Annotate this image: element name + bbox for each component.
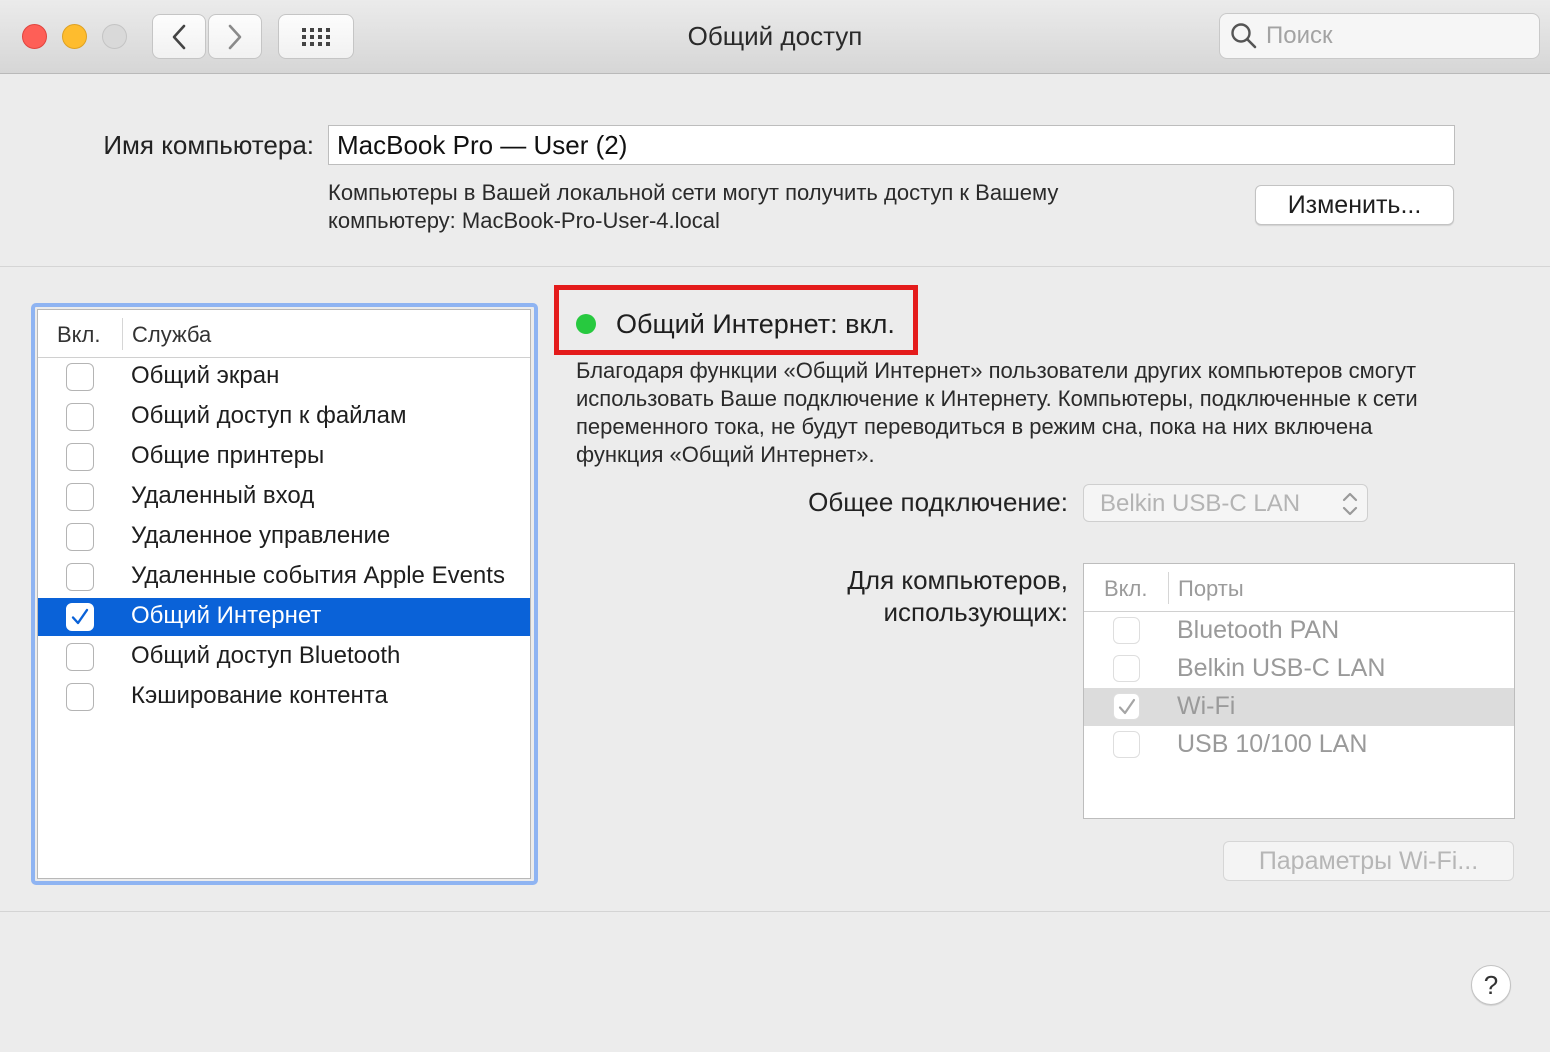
port-checkbox[interactable] bbox=[1113, 617, 1140, 644]
service-checkbox[interactable] bbox=[66, 363, 94, 391]
help-button[interactable]: ? bbox=[1471, 965, 1511, 1005]
computer-name-description-line-2: компьютеру: MacBook-Pro-User-4.local bbox=[328, 208, 720, 233]
computer-name-input[interactable] bbox=[328, 125, 1455, 165]
column-separator bbox=[1168, 572, 1169, 604]
service-description-line-4: функция «Общий Интернет». bbox=[576, 442, 875, 467]
service-checkbox[interactable] bbox=[66, 523, 94, 551]
for-computers-label-line-1: Для компьютеров, bbox=[847, 565, 1068, 595]
services-list[interactable]: Вкл. Служба Общий экран Общий доступ к ф… bbox=[37, 309, 531, 879]
change-name-button[interactable]: Изменить... bbox=[1255, 185, 1454, 225]
port-label: Wi-Fi bbox=[1177, 692, 1236, 720]
checkmark-icon bbox=[1118, 698, 1135, 714]
service-checkbox[interactable] bbox=[66, 443, 94, 471]
chevron-left-icon bbox=[172, 24, 186, 49]
checkmark-icon bbox=[71, 608, 89, 625]
port-row[interactable]: Belkin USB-C LAN bbox=[1084, 650, 1514, 688]
service-row-selected[interactable]: Общий Интернет bbox=[38, 598, 530, 636]
close-window-button[interactable] bbox=[22, 24, 47, 49]
port-label: Belkin USB-C LAN bbox=[1177, 654, 1386, 682]
service-checkbox-checked[interactable] bbox=[66, 603, 94, 631]
chevron-right-icon bbox=[228, 24, 242, 49]
wifi-options-button[interactable]: Параметры Wi-Fi... bbox=[1223, 841, 1514, 881]
column-header-on[interactable]: Вкл. bbox=[1104, 576, 1148, 602]
port-label: USB 10/100 LAN bbox=[1177, 730, 1368, 758]
service-row[interactable]: Удаленные события Apple Events bbox=[38, 558, 530, 596]
port-checkbox[interactable] bbox=[1113, 731, 1140, 758]
service-label: Удаленный вход bbox=[131, 482, 315, 509]
status-indicator-icon bbox=[576, 314, 596, 334]
for-computers-label: Для компьютеров, использующих: bbox=[847, 564, 1068, 628]
service-description-line-3: переменного тока, не будут переводиться … bbox=[576, 414, 1373, 439]
ports-list-header: Вкл. Порты bbox=[1084, 564, 1514, 612]
service-status: Общий Интернет: вкл. bbox=[616, 309, 895, 339]
service-description-line-2: использовать Ваше подключение к Интернет… bbox=[576, 386, 1418, 411]
service-row[interactable]: Удаленный вход bbox=[38, 478, 530, 516]
port-checkbox-checked[interactable] bbox=[1113, 693, 1140, 720]
service-row[interactable]: Общий доступ Bluetooth bbox=[38, 638, 530, 676]
service-row[interactable]: Общий доступ к файлам bbox=[38, 398, 530, 436]
column-separator bbox=[122, 318, 123, 350]
service-description-line-1: Благодаря функции «Общий Интернет» польз… bbox=[576, 358, 1417, 383]
computer-name-label: Имя компьютера: bbox=[103, 130, 314, 160]
up-down-arrows-icon bbox=[1342, 492, 1358, 516]
port-checkbox[interactable] bbox=[1113, 655, 1140, 682]
title-bar: Общий доступ bbox=[0, 0, 1550, 74]
minimize-window-button[interactable] bbox=[62, 24, 87, 49]
service-row[interactable]: Общий экран bbox=[38, 358, 530, 396]
back-button[interactable] bbox=[152, 14, 206, 59]
shared-connection-label: Общее подключение: bbox=[808, 487, 1068, 517]
service-checkbox[interactable] bbox=[66, 483, 94, 511]
column-header-on[interactable]: Вкл. bbox=[57, 322, 101, 348]
service-row[interactable]: Общие принтеры bbox=[38, 438, 530, 476]
search-icon bbox=[1231, 23, 1257, 49]
service-description: Благодаря функции «Общий Интернет» польз… bbox=[576, 357, 1516, 469]
port-label: Bluetooth PAN bbox=[1177, 616, 1340, 644]
for-computers-label-line-2: использующих: bbox=[883, 597, 1068, 627]
service-label: Кэширование контента bbox=[131, 682, 388, 709]
search-input[interactable] bbox=[1266, 22, 1526, 50]
service-checkbox[interactable] bbox=[66, 683, 94, 711]
zoom-window-button bbox=[102, 24, 127, 49]
shared-connection-select[interactable]: Belkin USB-C LAN bbox=[1083, 484, 1368, 522]
bottom-divider bbox=[0, 911, 1550, 912]
show-all-button[interactable] bbox=[278, 14, 354, 59]
computer-name-description: Компьютеры в Вашей локальной сети могут … bbox=[328, 179, 1208, 235]
service-label: Общий доступ Bluetooth bbox=[131, 642, 401, 669]
port-row[interactable]: USB 10/100 LAN bbox=[1084, 726, 1514, 764]
services-list-header: Вкл. Служба bbox=[38, 310, 530, 358]
shared-connection-value: Belkin USB-C LAN bbox=[1100, 490, 1301, 517]
service-label: Удаленные события Apple Events bbox=[131, 562, 505, 589]
forward-button[interactable] bbox=[208, 14, 262, 59]
service-label: Общий экран bbox=[131, 362, 280, 389]
ports-list[interactable]: Вкл. Порты Bluetooth PAN Belkin USB-C LA… bbox=[1083, 563, 1515, 819]
service-row[interactable]: Кэширование контента bbox=[38, 678, 530, 716]
search-field[interactable] bbox=[1219, 13, 1540, 59]
service-label: Общий Интернет bbox=[131, 602, 322, 629]
service-label: Общие принтеры bbox=[131, 442, 325, 469]
service-checkbox[interactable] bbox=[66, 403, 94, 431]
computer-name-section bbox=[0, 75, 1550, 267]
port-row-selected[interactable]: Wi-Fi bbox=[1084, 688, 1514, 726]
service-checkbox[interactable] bbox=[66, 563, 94, 591]
service-checkbox[interactable] bbox=[66, 643, 94, 671]
service-row[interactable]: Удаленное управление bbox=[38, 518, 530, 556]
service-label: Удаленное управление bbox=[131, 522, 391, 549]
column-header-ports[interactable]: Порты bbox=[1178, 576, 1244, 602]
computer-name-description-line-1: Компьютеры в Вашей локальной сети могут … bbox=[328, 180, 1059, 205]
service-label: Общий доступ к файлам bbox=[131, 402, 407, 429]
column-header-service[interactable]: Служба bbox=[132, 322, 211, 348]
grid-icon bbox=[302, 27, 330, 46]
port-row[interactable]: Bluetooth PAN bbox=[1084, 612, 1514, 650]
